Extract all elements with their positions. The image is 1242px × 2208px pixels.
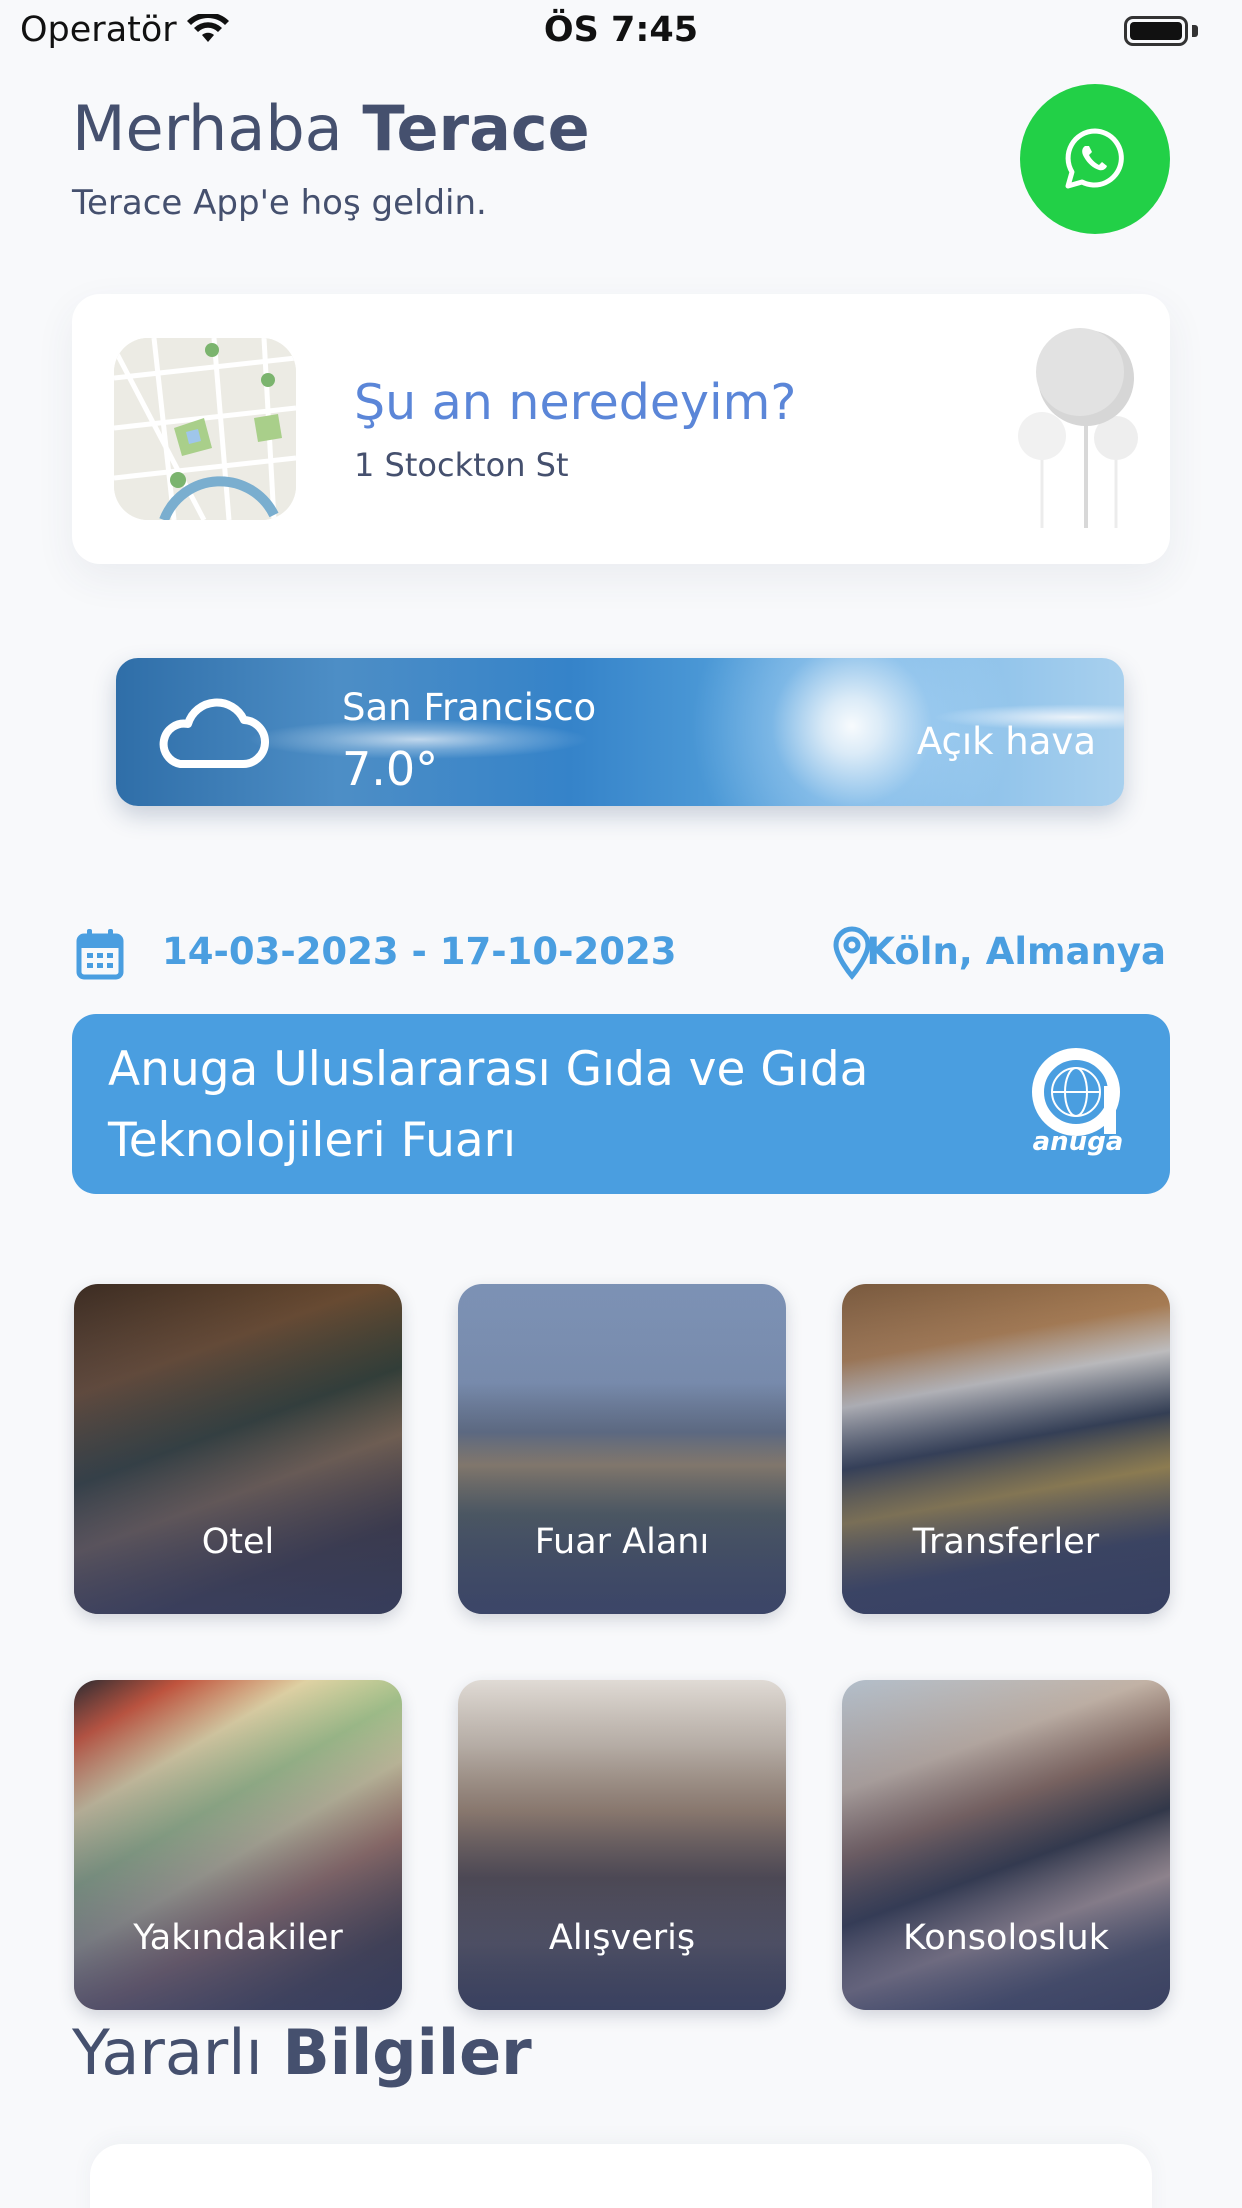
- tile-otel[interactable]: Otel: [74, 1284, 402, 1614]
- useful-info-card[interactable]: [90, 2144, 1152, 2208]
- tile-label: Konsolosluk: [902, 1918, 1109, 1958]
- tile-label: Otel: [201, 1522, 275, 1562]
- useful-info-title-light: Yararlı: [72, 2016, 263, 2089]
- weather-temperature: 7.0°: [342, 742, 439, 796]
- status-time: ÖS 7:45: [543, 10, 699, 50]
- tile-konsolosluk[interactable]: Konsolosluk: [842, 1680, 1170, 2010]
- location-address: 1 Stockton St: [354, 446, 569, 484]
- tile-label: Transferler: [912, 1522, 1100, 1562]
- useful-info-title-bold: Bilgiler: [282, 2016, 532, 2089]
- tile-yakindakiler[interactable]: Yakındakiler: [74, 1680, 402, 2010]
- tile-fuar-alani[interactable]: Fuar Alanı: [458, 1284, 786, 1614]
- status-bar: Operatör ÖS 7:45: [0, 0, 1242, 62]
- event-location: Köln, Almanya: [866, 930, 1166, 973]
- anuga-logo: anuga: [1032, 1048, 1124, 1156]
- tile-transferler[interactable]: Transferler: [842, 1284, 1170, 1614]
- event-title: Anuga Uluslararası Gıda ve Gıda Teknoloj…: [108, 1042, 869, 1168]
- cloud-icon: [159, 698, 269, 768]
- greeting-subtitle: Terace App'e hoş geldin.: [72, 183, 487, 223]
- weather-description: Açık hava: [916, 720, 1096, 763]
- whatsapp-button[interactable]: [1020, 84, 1170, 234]
- useful-info-heading: Yararlı Bilgiler: [72, 2016, 532, 2089]
- battery-icon: [1124, 16, 1188, 46]
- greeting-name: Terace: [362, 92, 590, 165]
- whatsapp-icon: [1065, 128, 1124, 189]
- event-dates: 14-03-2023 - 17-10-2023: [162, 930, 677, 973]
- weather-city: San Francisco: [342, 686, 597, 729]
- current-location-card[interactable]: Şu an neredeyim? 1 Stockton St: [72, 294, 1170, 564]
- tile-label: Yakındakiler: [133, 1918, 343, 1958]
- greeting-heading: Merhaba Terace: [72, 92, 590, 165]
- balloons-illustration: [1018, 328, 1138, 528]
- tile-alisveris[interactable]: Alışveriş: [458, 1680, 786, 2010]
- tile-label: Alışveriş: [548, 1918, 696, 1958]
- map-thumbnail: [114, 338, 296, 520]
- weather-card[interactable]: San Francisco 7.0° Açık hava: [116, 658, 1124, 806]
- calendar-icon: [76, 929, 124, 980]
- tile-label: Fuar Alanı: [534, 1522, 710, 1562]
- location-card-title: Şu an neredeyim?: [354, 374, 797, 431]
- event-banner[interactable]: Anuga Uluslararası Gıda ve Gıda Teknoloj…: [72, 1014, 1170, 1194]
- greeting-prefix: Merhaba: [72, 92, 343, 165]
- anuga-logo-text: anuga: [1033, 1127, 1124, 1156]
